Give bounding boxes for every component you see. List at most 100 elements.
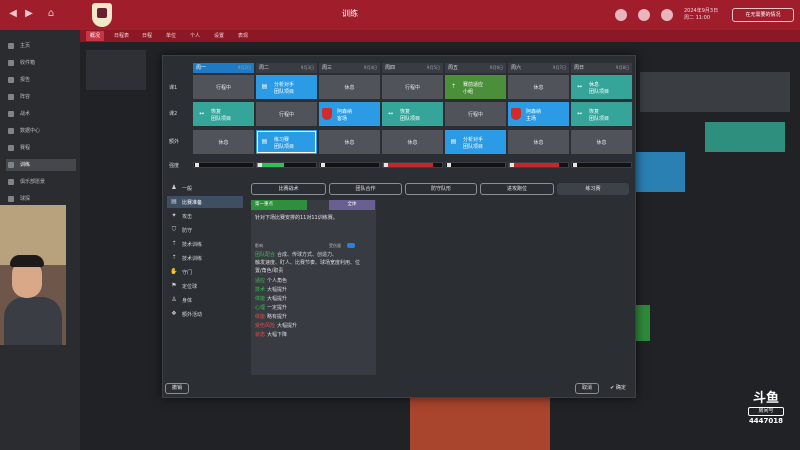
row-label-extra: 额外	[169, 139, 180, 145]
session-tab-defensive-shape[interactable]: 防守队形	[405, 183, 477, 195]
day-header-sat[interactable]: 周六 9月7日	[508, 63, 569, 73]
tab-individual[interactable]: 个人	[186, 31, 204, 41]
schedule-cell[interactable]: 行程中	[256, 102, 317, 126]
schedule-cell[interactable]: ⇡ 赛前适应 小组	[445, 75, 506, 99]
sidebar-item-home[interactable]: 主页	[6, 40, 76, 52]
day-header-wed[interactable]: 周三 9月4日	[319, 63, 380, 73]
tab-performance[interactable]: 表现	[234, 31, 252, 41]
schedule-cell[interactable]: 休息	[193, 130, 254, 154]
opponent-crest-icon	[511, 108, 521, 120]
schedule-cell[interactable]: 休息	[508, 75, 569, 99]
cell-label: 休息	[596, 140, 607, 146]
recovery-arrows-icon: ↔	[387, 110, 394, 117]
cancel-button[interactable]: 取消	[575, 383, 599, 394]
day-header-tue[interactable]: 周二 9月3日	[256, 63, 317, 73]
schedule-cell[interactable]: ↔ 恢复 团队项目	[382, 102, 443, 126]
row-label-session2: 课2	[169, 111, 178, 117]
clipboard-icon: ▤	[261, 83, 268, 90]
category-extra[interactable]: ❖ 额外活动	[167, 308, 243, 320]
schedule-cell[interactable]: ↔ 休息 团队项目	[571, 75, 632, 99]
page-title: 训练	[342, 9, 358, 18]
tab-schedule-table[interactable]: 日程表	[110, 31, 133, 41]
day-header-mon[interactable]: 周一 9月2日	[193, 63, 254, 73]
effect-line: 受伤风险 大幅提升	[255, 322, 373, 329]
intensity-marker	[258, 163, 262, 167]
schedule-cell[interactable]: ↔ 恢复 团队项目	[193, 102, 254, 126]
help-icon[interactable]	[638, 9, 650, 21]
search-icon[interactable]	[615, 9, 627, 21]
continue-button[interactable]: 在无需要的情况	[732, 8, 794, 22]
day-header-fri[interactable]: 周五 9月6日	[445, 63, 506, 73]
schedule-cell[interactable]: 阿森纳 主场	[508, 102, 569, 126]
schedule-cell[interactable]: 休息	[508, 130, 569, 154]
schedule-cell[interactable]: ▤ 分析对手 团队项目	[256, 75, 317, 99]
home-icon[interactable]: ⌂	[44, 7, 58, 21]
day-name: 周一	[196, 65, 207, 71]
schedule-cell-selected[interactable]: ▤ 练习赛 团队项目	[256, 130, 317, 154]
category-technical-1[interactable]: ⇡ 技术训练	[167, 238, 243, 250]
schedule-cell[interactable]: ↔ 恢复 团队项目	[571, 102, 632, 126]
schedule-cell[interactable]: 休息	[571, 130, 632, 154]
tab-settings[interactable]: 设置	[210, 31, 228, 41]
forward-arrow-icon[interactable]: ▶	[22, 7, 36, 21]
recovery-arrows-icon: ↔	[576, 83, 583, 90]
schedule-cell[interactable]: 阿森纳 客场	[319, 102, 380, 126]
schedule-cell[interactable]: 行程中	[445, 102, 506, 126]
session-tab-match-tactics[interactable]: 比赛战术	[251, 183, 326, 195]
day-header-sun[interactable]: 周日 9月8日	[571, 63, 632, 73]
room-id: 4447018	[748, 417, 784, 425]
tab-calendar[interactable]: 日程	[138, 31, 156, 41]
session-tab-attacking-movement[interactable]: 进攻跑位	[480, 183, 554, 195]
sidebar-item-squad[interactable]: 阵容	[6, 91, 76, 103]
sidebar-item-inbox[interactable]: 收件箱	[6, 57, 76, 69]
tab-units[interactable]: 单位	[162, 31, 180, 41]
session-tab-match-practice[interactable]: 练习赛	[557, 183, 629, 195]
category-set-pieces[interactable]: ⚑ 定位球	[167, 280, 243, 292]
category-physical[interactable]: ♙ 身体	[167, 294, 243, 306]
cell-sublabel: 团队项目	[274, 144, 295, 150]
category-defence[interactable]: ⛉ 防守	[167, 224, 243, 236]
inbox-icon	[8, 60, 14, 66]
category-technical-2[interactable]: ⇡ 技术训练	[167, 252, 243, 264]
day-name: 周二	[259, 65, 270, 71]
cell-label: 休息	[533, 85, 544, 91]
recovery-arrows-icon: ↔	[576, 110, 583, 117]
sidebar-item-reports[interactable]: 报告	[6, 74, 76, 86]
effect-line: 状态 大幅下降	[255, 331, 373, 338]
sidebar-item-club-vision[interactable]: 俱乐部愿景	[6, 176, 76, 188]
settings-icon[interactable]	[661, 9, 673, 21]
schedule-cell[interactable]: ▤ 分析对手 团队项目	[445, 130, 506, 154]
category-goalkeeping[interactable]: ✋ 守门	[167, 266, 243, 278]
category-match-prep[interactable]: ▤ 比赛准备	[167, 196, 243, 208]
sidebar-item-training[interactable]: 训练	[6, 159, 76, 171]
back-arrow-icon[interactable]: ◀	[6, 7, 20, 21]
sidebar-item-label: 训练	[20, 162, 31, 168]
day-header-thu[interactable]: 周四 9月5日	[382, 63, 443, 73]
undo-button[interactable]: 撤销	[165, 383, 189, 394]
confirm-button[interactable]: ✔ 确定	[603, 383, 633, 394]
session-tab-teamwork[interactable]: 团队合作	[329, 183, 402, 195]
category-label: 技术训练	[182, 256, 203, 262]
intensity-marker	[321, 163, 325, 167]
club-crest-icon[interactable]	[92, 3, 112, 27]
schedule-cell[interactable]: 行程中	[382, 75, 443, 99]
session-description: 针对下场比赛安排的11对11训练赛。	[255, 215, 338, 221]
schedule-cell[interactable]: 休息	[319, 130, 380, 154]
category-attack[interactable]: ✦ 攻击	[167, 210, 243, 222]
intensity-bar	[193, 162, 254, 168]
sidebar-item-label: 阵容	[20, 94, 31, 100]
sidebar-item-tactics[interactable]: 战术	[6, 108, 76, 120]
row-label-session1: 课1	[169, 85, 178, 91]
sidebar-item-scouting[interactable]: 球探	[6, 193, 76, 205]
schedule-cell[interactable]: 行程中	[193, 75, 254, 99]
squad-icon	[8, 94, 14, 100]
home-icon	[8, 43, 14, 49]
tab-overview[interactable]: 概况	[86, 31, 105, 41]
attack-icon: ✦	[171, 212, 177, 219]
sidebar-item-data-hub[interactable]: 数据中心	[6, 125, 76, 137]
schedule-cell[interactable]: 休息	[319, 75, 380, 99]
schedule-cell[interactable]: 休息	[382, 130, 443, 154]
douyu-logo: 斗鱼	[752, 391, 779, 406]
category-general[interactable]: ♟ 一般	[167, 182, 243, 194]
sidebar-item-fixtures[interactable]: 赛程	[6, 142, 76, 154]
